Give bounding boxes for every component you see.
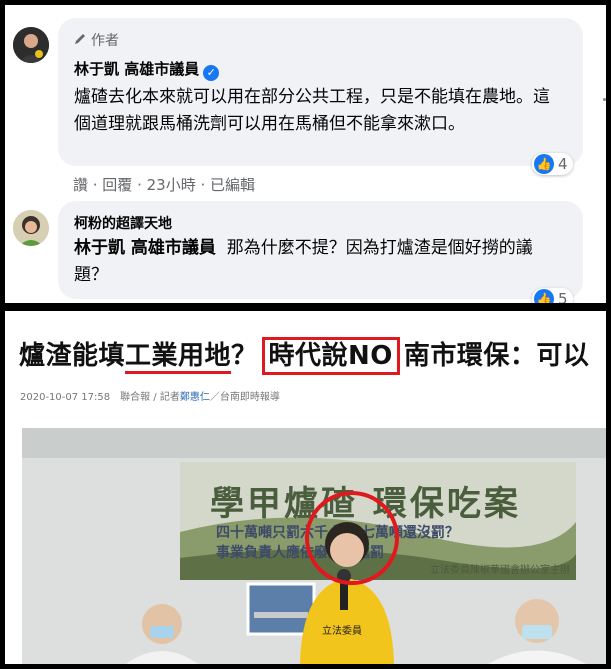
headline-part: ？ xyxy=(231,341,258,371)
news-article: 爐渣能填工業用地？ 時代說NO 南市環保：可以 2020-10-07 17:58 聯… xyxy=(5,311,606,664)
comment-section: 作者 林于凱 高雄市議員 ✓ 爐碴去化本來就可以用在部分公共工程，只是不能填在農地… xyxy=(5,5,606,303)
author-badge: 作者 xyxy=(74,30,119,50)
comment-author[interactable]: 林于凱 高雄市議員 ✓ xyxy=(74,58,220,81)
reaction-number: 5 xyxy=(558,290,568,303)
comment-text: 爐碴去化本來就可以用在部分公共工程，只是不能填在農地。這個道理就跟馬桶洗劑可以用… xyxy=(74,87,550,134)
headline-boxed: 時代說NO xyxy=(261,337,400,375)
byline-location: ／台南即時報導 xyxy=(209,392,280,403)
reaction-number: 4 xyxy=(558,155,568,173)
reply-author[interactable]: 柯粉的超譯天地 xyxy=(74,213,172,233)
screenshot-frame: 作者 林于凱 高雄市議員 ✓ 爐碴去化本來就可以用在部分公共工程，只是不能填在農地… xyxy=(0,0,611,669)
author-avatar[interactable] xyxy=(13,27,49,63)
comment-bubble: 作者 林于凱 高雄市議員 ✓ 爐碴去化本來就可以用在部分公共工程，只是不能填在農地… xyxy=(58,18,583,166)
article-headline: 爐渣能填工業用地？ 時代說NO 南市環保：可以 xyxy=(19,335,590,375)
attendee-right xyxy=(488,599,586,664)
press-conference-photo: 學甲爐碴 環保吃案 四十萬噸只罰六千 還有七萬噸還沒罰？ 事業負責人應依廢清法處… xyxy=(22,428,606,664)
article-byline: 2020-10-07 17:58 聯合報 / 記者鄭惠仁／台南即時報導 xyxy=(20,388,280,403)
author-badge-label: 作者 xyxy=(91,33,119,49)
reporter-link[interactable]: 鄭惠仁 xyxy=(180,392,210,403)
pencil-icon xyxy=(74,32,87,49)
headline-part: 爐渣能填 xyxy=(19,341,126,371)
mention-tag[interactable]: 林于凱 高雄市議員 xyxy=(74,238,216,258)
reaction-count[interactable]: 👍 5 xyxy=(532,288,573,303)
verified-badge-icon: ✓ xyxy=(203,65,220,81)
headline-part: 南市環保：可以 xyxy=(403,341,590,371)
reaction-count[interactable]: 👍 4 xyxy=(532,153,573,175)
banner-organizer: 立法委員陳椒華國會辦公室主辦 xyxy=(430,565,570,576)
commenter-avatar[interactable] xyxy=(13,210,49,246)
attendee-left xyxy=(126,604,198,664)
vest-text: 立法委員 xyxy=(322,624,362,637)
scroll-dot xyxy=(603,98,606,101)
red-circle-highlight xyxy=(305,491,399,585)
like-icon: 👍 xyxy=(534,289,554,303)
comment-author-name[interactable]: 林于凱 高雄市議員 xyxy=(74,60,199,78)
comment-actions[interactable]: 讚 · 回覆 · 23小時 · 已編輯 xyxy=(73,174,255,195)
headline-underlined: 工業用地 xyxy=(125,341,232,374)
like-icon: 👍 xyxy=(534,154,554,174)
reply-text: 林于凱 高雄市議員 那為什麼不提？因為打爐渣是個好撈的議題？ xyxy=(74,235,564,289)
byline-date-source: 2020-10-07 17:58 聯合報 / 記者 xyxy=(20,392,180,403)
reply-bubble: 柯粉的超譯天地 林于凱 高雄市議員 那為什麼不提？因為打爐渣是個好撈的議題？ xyxy=(58,201,583,299)
